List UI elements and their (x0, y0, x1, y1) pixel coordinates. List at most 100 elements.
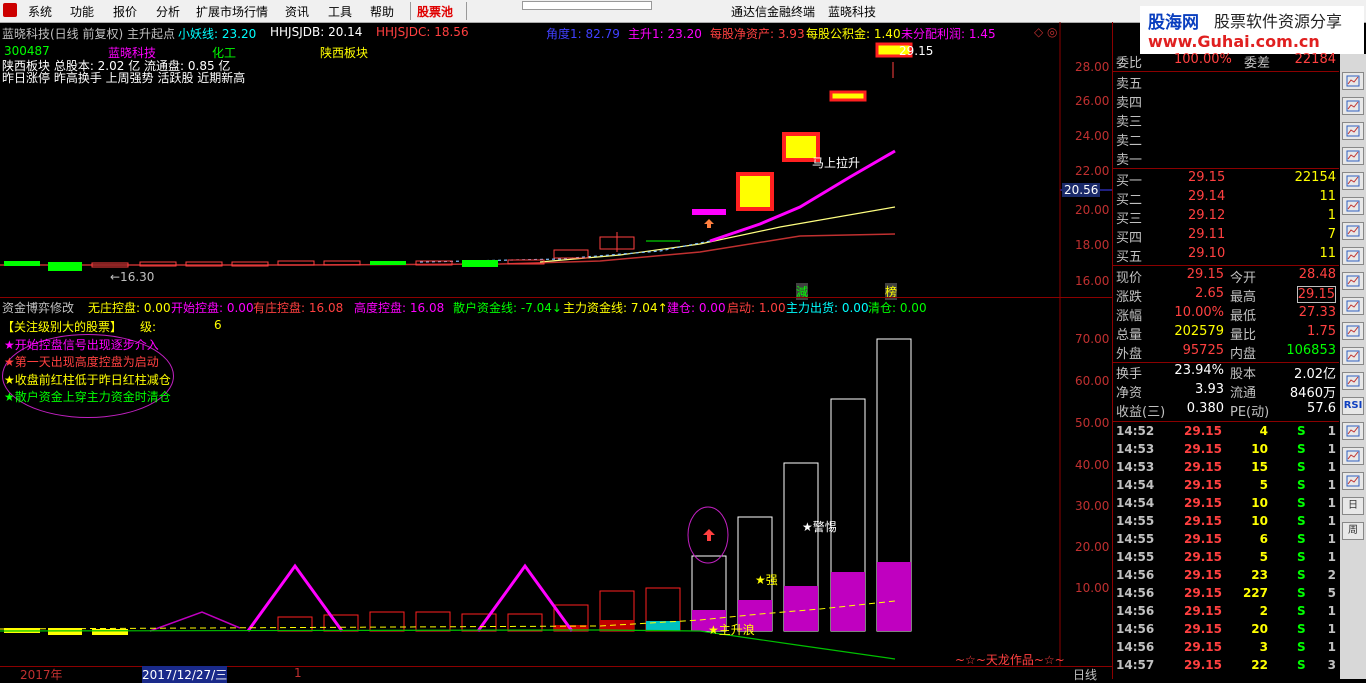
period-label[interactable]: 日线 (1073, 666, 1097, 683)
tick-time: 14:57 (1116, 658, 1155, 672)
week-icon[interactable]: 周 (1342, 522, 1364, 540)
trend-icon[interactable] (1342, 197, 1364, 215)
menu-quote[interactable]: 报价 (113, 3, 137, 20)
candlestick-chart[interactable] (0, 22, 1112, 298)
stat-value-low: 27.33 (1298, 305, 1336, 320)
tick-side: S (1297, 586, 1306, 600)
tick-count: 1 (1327, 514, 1336, 528)
stat-row-3: 总量 202579 量比 1.75 (1114, 324, 1338, 343)
stat-value-pct: 10.00% (1174, 305, 1224, 320)
f10-icon[interactable] (1342, 247, 1364, 265)
calc-icon[interactable] (1342, 272, 1364, 290)
search-box[interactable] (522, 1, 652, 10)
tick-side: S (1297, 442, 1306, 456)
menu-ext-market[interactable]: 扩展市场行情 (196, 3, 268, 20)
tick-time: 14:54 (1116, 478, 1155, 492)
menu-tools[interactable]: 工具 (328, 3, 352, 20)
stat-label-outer: 外盘 (1116, 347, 1143, 362)
tick-time: 14:55 (1116, 514, 1155, 528)
menu-system[interactable]: 系统 (28, 3, 52, 20)
stat-value-price: 29.15 (1186, 267, 1224, 282)
stat-label-change: 涨跌 (1116, 290, 1143, 305)
menu-analysis[interactable]: 分析 (156, 3, 180, 20)
stat-label-open: 今开 (1230, 271, 1257, 286)
current-price-tag: 20.56 (1062, 183, 1101, 197)
bar-icon[interactable] (1342, 347, 1364, 365)
tick-count: 1 (1327, 532, 1336, 546)
news-icon[interactable] (1342, 147, 1364, 165)
tick-price: 29.15 (1184, 568, 1222, 582)
rsi-icon[interactable]: RSI (1342, 397, 1364, 415)
window-icon[interactable] (1342, 422, 1364, 440)
tick-row: 14:53 29.15 15 S 1 (1114, 460, 1338, 478)
sub-axis-20: 20.00 (1075, 540, 1110, 554)
grid-icon[interactable] (1342, 122, 1364, 140)
price-axis-18: 18.00 (1075, 238, 1110, 252)
tick-row: 14:54 29.15 5 S 1 (1114, 478, 1338, 496)
buy-5-label: 买五 (1116, 250, 1143, 265)
tick-row: 14:57 29.15 22 S 3 (1114, 658, 1338, 676)
tick-count: 1 (1327, 550, 1336, 564)
menu-stock-pool[interactable]: 股票池 (417, 3, 453, 20)
tick-row: 14:54 29.15 10 S 1 (1114, 496, 1338, 514)
weibi-label: 委比 (1116, 56, 1143, 71)
table-icon[interactable] (1342, 322, 1364, 340)
menu-help[interactable]: 帮助 (370, 3, 394, 20)
tick-row: 14:56 29.15 227 S 5 (1114, 586, 1338, 604)
tick-count: 2 (1327, 568, 1336, 582)
tick-time: 14:54 (1116, 496, 1155, 510)
kline-icon[interactable] (1342, 172, 1364, 190)
sub-chart-panel[interactable]: 资金博弈修改 无庄控盘: 0.00 开始控盘: 0.00 有庄控盘: 16.08… (0, 298, 1112, 667)
pen-icon[interactable] (1342, 472, 1364, 490)
tick-time: 14:56 (1116, 586, 1155, 600)
tick-volume: 10 (1251, 442, 1268, 456)
sell-1-label: 卖一 (1116, 153, 1143, 168)
menu-info[interactable]: 资讯 (285, 3, 309, 20)
buy-3-vol: 1 (1327, 208, 1336, 223)
tick-count: 5 (1327, 586, 1336, 600)
tick-row: 14:55 29.15 5 S 1 (1114, 550, 1338, 568)
fund-value-share: 2.02亿 (1294, 367, 1336, 382)
tick-price: 29.15 (1184, 604, 1222, 618)
buy-5-vol: 11 (1319, 246, 1336, 261)
date-cursor-label: 2017/12/27/三 (142, 666, 228, 683)
tick-volume: 5 (1259, 478, 1268, 492)
app-logo-icon (3, 3, 17, 17)
window-stock-title: 蓝晓科技 (828, 5, 877, 19)
buy-1-price: 29.15 (1188, 170, 1226, 185)
tick-price: 29.15 (1184, 622, 1222, 636)
list-icon[interactable] (1342, 97, 1364, 115)
buy-2-vol: 11 (1319, 189, 1336, 204)
tick-row: 14:53 29.15 10 S 1 (1114, 442, 1338, 460)
move-icon[interactable] (1342, 447, 1364, 465)
main-chart-panel[interactable]: 蓝晓科技(日线 前复权) 主升起点 小妖线: 23.20 HHJSJDB: 20… (0, 22, 1112, 300)
flag-icon[interactable] (1342, 222, 1364, 240)
site-logo: 股海网 股票软件资源分享 www.Guhai.com.cn (1140, 6, 1364, 54)
fund-row-2: 收益(三) 0.380 PE(动) 57.6 (1114, 401, 1338, 420)
buy-5-price: 29.10 (1188, 246, 1226, 261)
stat-value-change: 2.65 (1195, 286, 1224, 301)
buy-5-row: 买五 29.10 11 (1114, 246, 1338, 265)
day-icon[interactable]: 日 (1342, 497, 1364, 515)
stat-label-pct: 涨幅 (1116, 309, 1143, 324)
tick-time: 14:55 (1116, 532, 1155, 546)
map-icon[interactable] (1342, 372, 1364, 390)
tick-time: 14:56 (1116, 622, 1155, 636)
chart-icon[interactable] (1342, 72, 1364, 90)
buy-3-row: 买三 29.12 1 (1114, 208, 1338, 227)
pie-icon[interactable] (1342, 297, 1364, 315)
tick-row: 14:55 29.15 6 S 1 (1114, 532, 1338, 550)
sell-2-row: 卖二 (1114, 130, 1338, 149)
tick-count: 1 (1327, 496, 1336, 510)
tick-volume: 20 (1251, 622, 1268, 636)
tick-volume: 10 (1251, 514, 1268, 528)
tick-time: 14:56 (1116, 604, 1155, 618)
fund-label-share: 股本 (1230, 367, 1257, 382)
tick-price: 29.15 (1184, 514, 1222, 528)
capital-game-chart[interactable] (0, 298, 1112, 666)
tick-row: 14:56 29.15 20 S 1 (1114, 622, 1338, 640)
tick-side: S (1297, 424, 1306, 438)
menu-function[interactable]: 功能 (70, 3, 94, 20)
fund-value-float: 8460万 (1289, 386, 1336, 401)
price-axis-16: 16.00 (1075, 274, 1110, 288)
